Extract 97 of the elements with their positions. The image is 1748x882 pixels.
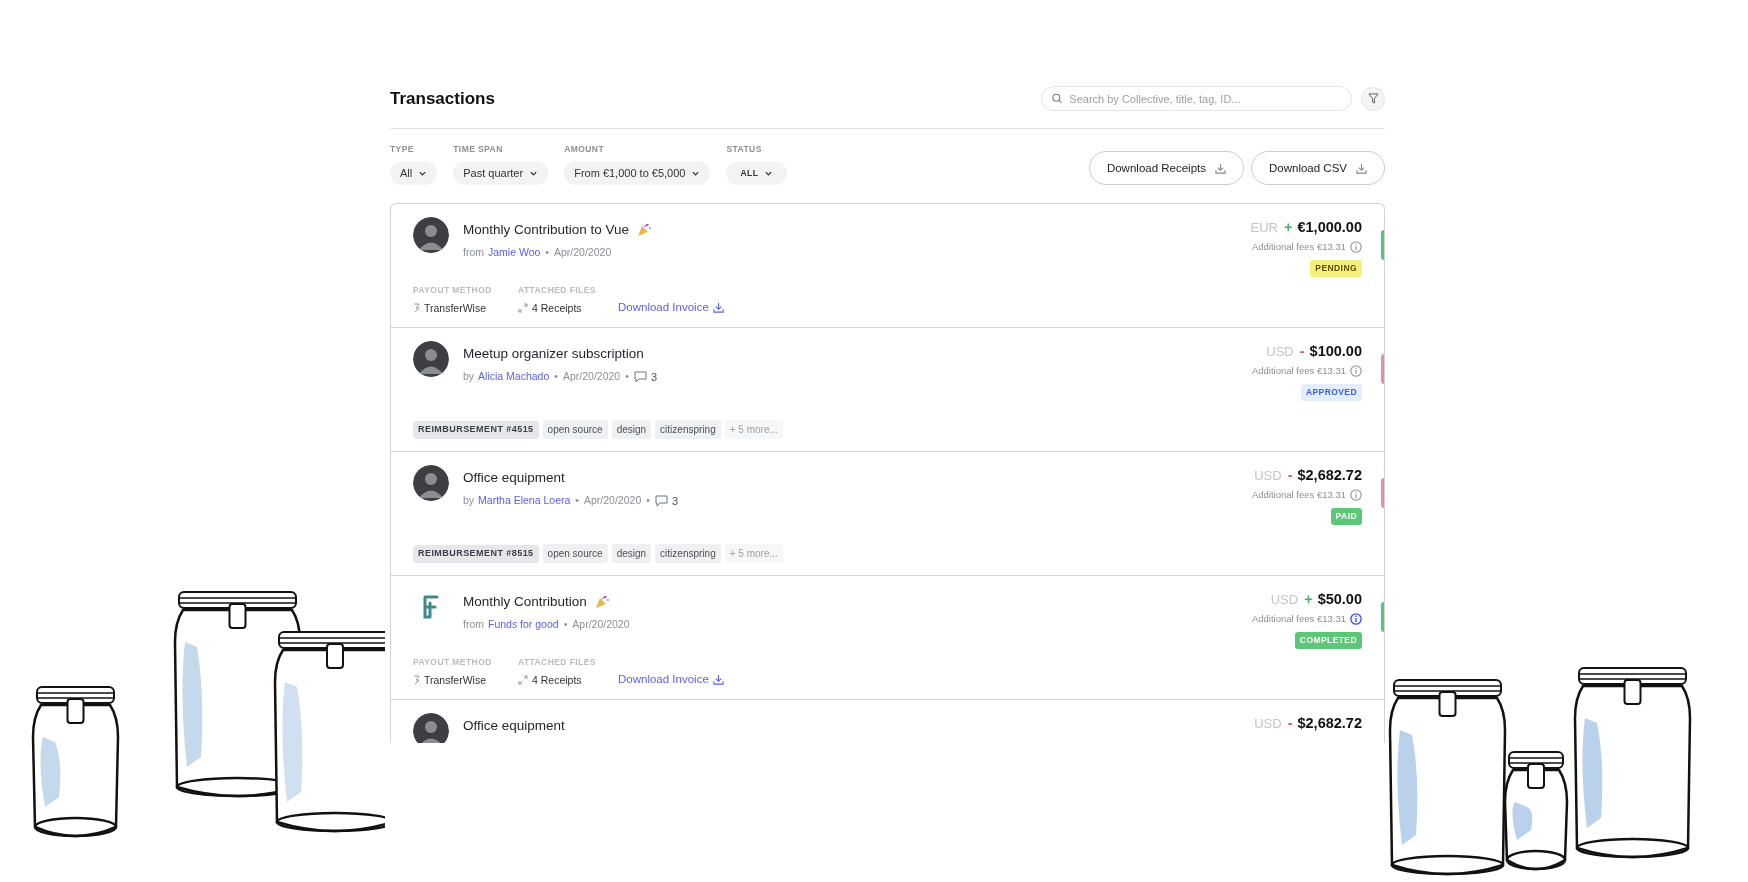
date: Apr/20/2020: [554, 244, 612, 260]
transaction-title[interactable]: Office equipment: [463, 716, 565, 737]
tag[interactable]: citizenspring: [655, 420, 721, 440]
amount-sign: -: [1287, 714, 1293, 734]
subtitle-prefix: from: [463, 244, 484, 260]
amount: $2,682.72: [1297, 714, 1362, 734]
fees-text: Additional fees €13.31: [1251, 488, 1346, 502]
date: Apr/20/2020: [563, 368, 621, 384]
bullet: •: [563, 616, 568, 632]
amount-sign: +: [1304, 590, 1313, 610]
currency: USD: [1254, 715, 1282, 734]
info-icon[interactable]: [1350, 613, 1362, 626]
amount-sign: -: [1299, 342, 1305, 362]
download-icon: [712, 674, 724, 686]
attached-files[interactable]: 4 Receipts: [532, 672, 582, 689]
tag[interactable]: open source: [542, 420, 608, 440]
filter-dropdown[interactable]: All: [390, 161, 438, 186]
transaction-title[interactable]: Monthly Contribution to Vue: [463, 220, 630, 241]
tag[interactable]: REIMBURSEMENT #8515: [413, 545, 539, 563]
subtitle-prefix: by: [463, 492, 475, 508]
person-link[interactable]: Martha Elena Loera: [478, 492, 571, 509]
comment-count: 3: [671, 493, 679, 509]
amount: $100.00: [1309, 342, 1362, 362]
person-link[interactable]: Jamie Woo: [488, 244, 541, 261]
download-invoice-link[interactable]: Download Invoice: [618, 671, 724, 689]
bolt-icon: [413, 303, 421, 314]
tag[interactable]: REIMBURSEMENT #4515: [413, 421, 539, 439]
bullet: •: [625, 368, 629, 384]
filter-label: TYPE: [390, 142, 415, 156]
currency: EUR: [1250, 219, 1278, 238]
info-icon[interactable]: [1350, 489, 1362, 502]
currency: USD: [1270, 591, 1299, 610]
download-invoice-link[interactable]: Download Invoice: [618, 299, 724, 317]
expand-icon: [518, 675, 528, 686]
tag[interactable]: design: [611, 420, 652, 440]
amount: $2,682.72: [1297, 466, 1362, 486]
status-badge: PENDING: [1310, 260, 1362, 277]
transaction-title[interactable]: Office equipment: [463, 468, 565, 489]
currency: USD: [1266, 343, 1294, 362]
amount-sign: -: [1287, 466, 1293, 486]
bolt-icon: [413, 675, 421, 686]
filter-label: TIME SPAN: [453, 142, 504, 156]
status-badge: APPROVED: [1300, 384, 1362, 401]
download-icon: [1356, 162, 1367, 174]
filter-icon: [1367, 93, 1379, 105]
info-icon[interactable]: [1350, 365, 1362, 378]
download-icon: [712, 302, 724, 314]
amount-sign: +: [1284, 218, 1293, 238]
status-badge: COMPLETED: [1294, 632, 1362, 649]
subtitle-prefix: by: [463, 368, 475, 384]
transaction-title[interactable]: Monthly Contribution: [463, 592, 587, 613]
download-icon: [1215, 162, 1226, 174]
avatar: [413, 217, 449, 254]
filter-dropdown[interactable]: From €1,000 to €5,000: [564, 161, 711, 186]
comment-icon: [654, 494, 668, 507]
currency: USD: [1254, 467, 1282, 486]
tag[interactable]: design: [611, 544, 652, 564]
avatar: [413, 713, 449, 744]
info-icon[interactable]: [1350, 241, 1362, 254]
bullet: •: [554, 368, 558, 384]
person-link[interactable]: Funds for good: [488, 616, 559, 633]
bullet: •: [575, 492, 579, 508]
expand-icon: [518, 303, 528, 314]
comment-icon: [633, 370, 647, 383]
bullet: •: [545, 244, 549, 260]
field-label: PAYOUT METHOD: [413, 283, 493, 297]
tag[interactable]: citizenspring: [655, 544, 721, 564]
date: Apr/20/2020: [572, 616, 630, 632]
fees-text: Additional fees €13.31: [1251, 240, 1346, 254]
filter-dropdown[interactable]: ALL: [726, 161, 788, 186]
amount: $50.00: [1317, 590, 1362, 610]
date: Apr/20/2020: [584, 492, 642, 508]
fees-text: Additional fees €13.31: [1251, 612, 1346, 626]
person-link[interactable]: Alicia Machado: [478, 368, 550, 385]
avatar: [413, 341, 449, 378]
filter-dropdown[interactable]: Past quarter: [453, 161, 549, 186]
avatar: [413, 465, 449, 502]
field-label: ATTACHED FILES: [518, 283, 597, 297]
tag[interactable]: open source: [542, 544, 608, 564]
filter-button[interactable]: [1361, 86, 1385, 111]
field-label: ATTACHED FILES: [518, 655, 597, 669]
attached-files[interactable]: 4 Receipts: [532, 300, 582, 317]
status-badge: PAID: [1330, 508, 1362, 525]
field-label: PAYOUT METHOD: [413, 655, 493, 669]
payout-method: TransferWise: [424, 300, 487, 316]
search-input[interactable]: Search by Collective, title, tag, ID...: [1069, 90, 1341, 107]
subtitle-prefix: from: [463, 616, 484, 632]
fees-text: Additional fees €13.31: [1251, 364, 1346, 378]
bullet: •: [646, 492, 650, 508]
search-icon: [1052, 93, 1063, 105]
comment-count: 3: [650, 369, 657, 385]
filter-label: AMOUNT: [564, 142, 605, 156]
transaction-title[interactable]: Meetup organizer subscription: [463, 344, 644, 365]
payout-method: TransferWise: [424, 672, 487, 688]
page-title: Transactions: [390, 88, 495, 110]
amount: €1,000.00: [1297, 218, 1362, 238]
filter-label: STATUS: [726, 142, 763, 156]
